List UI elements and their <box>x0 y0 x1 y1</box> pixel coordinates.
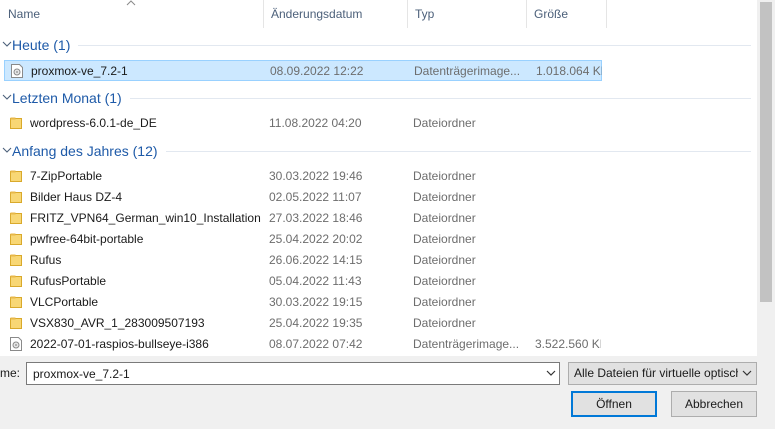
file-size <box>535 229 601 250</box>
file-type-filter-select[interactable]: Alle Dateien für virtuelle optische <box>568 362 757 385</box>
column-header: Name Änderungsdatum Typ Größe <box>0 0 757 28</box>
vertical-scrollbar[interactable] <box>757 0 775 356</box>
file-row[interactable]: proxmox-ve_7.2-1 08.09.2022 12:22 Datenträ… <box>4 60 602 81</box>
column-divider[interactable] <box>606 0 607 28</box>
group-header[interactable]: Letzten Monat (1) <box>0 88 757 108</box>
file-name: VSX830_AVR_1_283009507193 <box>30 316 205 330</box>
file-type: Datenträgerimage... <box>413 337 520 351</box>
file-type: Dateiordner <box>413 295 476 309</box>
folder-icon <box>10 190 22 204</box>
folder-icon <box>10 211 22 225</box>
file-name: pwfree-64bit-portable <box>30 232 144 246</box>
column-type-header[interactable]: Typ <box>407 0 526 28</box>
filename-combobox[interactable] <box>26 362 560 385</box>
column-size-header[interactable]: Größe <box>526 0 606 28</box>
open-button[interactable]: Öffnen <box>571 391 657 417</box>
file-date: 05.04.2022 11:43 <box>269 274 362 288</box>
file-type: Dateiordner <box>413 116 476 130</box>
file-size <box>535 113 601 134</box>
file-date: 30.03.2022 19:15 <box>269 295 363 309</box>
file-row[interactable]: 2022-07-01-raspios-bullseye-i386 08.07.20… <box>4 334 602 355</box>
file-type: Datenträgerimage... <box>414 64 521 78</box>
chevron-down-icon[interactable] <box>2 145 12 155</box>
group-divider <box>78 45 751 46</box>
file-type: Dateiordner <box>413 232 476 246</box>
group-header[interactable]: Heute (1) <box>0 35 757 55</box>
file-type: Dateiordner <box>413 316 476 330</box>
file-row[interactable]: Rufus 26.06.2022 14:15 Dateiordner <box>4 250 602 271</box>
file-row[interactable]: 7-ZipPortable 30.03.2022 19:46 Dateiordner <box>4 166 602 187</box>
file-row[interactable]: pwfree-64bit-portable 25.04.2022 20:02 Dat… <box>4 229 602 250</box>
folder-icon <box>10 169 22 183</box>
file-name: proxmox-ve_7.2-1 <box>31 64 128 78</box>
file-size <box>535 250 601 271</box>
file-name: FRITZ_VPN64_German_win10_Installation <box>30 211 261 225</box>
file-type: Dateiordner <box>413 211 476 225</box>
file-date: 30.03.2022 19:46 <box>269 169 363 183</box>
folder-icon <box>10 253 22 267</box>
file-row[interactable]: FRITZ_VPN64_German_win10_Installation 27.… <box>4 208 602 229</box>
chevron-down-icon[interactable] <box>2 92 12 102</box>
filename-label: me: <box>0 366 21 380</box>
chevron-down-icon[interactable] <box>546 369 556 377</box>
file-name: RufusPortable <box>30 274 107 288</box>
file-size: 1.018.064 KB <box>536 64 602 78</box>
group-label: Heute (1) <box>12 37 71 53</box>
disc-image-file-icon <box>10 337 22 351</box>
folder-icon <box>10 316 22 330</box>
file-size <box>535 271 601 292</box>
file-row[interactable]: RufusPortable 05.04.2022 11:43 Dateiordner <box>4 271 602 292</box>
file-date: 25.04.2022 20:02 <box>269 232 363 246</box>
file-type: Dateiordner <box>413 253 476 267</box>
file-size <box>535 313 601 334</box>
file-name: wordpress-6.0.1-de_DE <box>30 116 157 130</box>
file-size <box>535 187 601 208</box>
file-type: Dateiordner <box>413 190 476 204</box>
column-name-header[interactable]: Name <box>0 0 263 28</box>
file-date: 27.03.2022 18:46 <box>269 211 363 225</box>
file-size: 3.522.560 KB <box>535 337 601 351</box>
disc-image-file-icon <box>11 64 23 78</box>
file-date: 08.09.2022 12:22 <box>270 64 364 78</box>
file-size <box>535 166 601 187</box>
chevron-down-icon[interactable] <box>2 39 12 49</box>
file-type: Dateiordner <box>413 274 476 288</box>
file-size <box>535 292 601 313</box>
file-name: Rufus <box>30 253 62 267</box>
file-size <box>535 208 601 229</box>
file-name: VLCPortable <box>30 295 99 309</box>
file-date: 02.05.2022 11:07 <box>269 190 362 204</box>
group-label: Anfang des Jahres (12) <box>12 143 158 159</box>
file-name: 7-ZipPortable <box>30 169 103 183</box>
file-date: 25.04.2022 19:35 <box>269 316 363 330</box>
file-name: 2022-07-01-raspios-bullseye-i386 <box>30 337 209 351</box>
group-label: Letzten Monat (1) <box>12 90 122 106</box>
file-name: Bilder Haus DZ-4 <box>30 190 123 204</box>
group-header[interactable]: Anfang des Jahres (12) <box>0 141 757 161</box>
file-list[interactable]: Name Änderungsdatum Typ Größe Heute (1) L… <box>0 0 757 356</box>
column-date-header[interactable]: Änderungsdatum <box>263 0 407 28</box>
cancel-button[interactable]: Abbrechen <box>671 391 757 417</box>
folder-icon <box>10 116 22 130</box>
file-date: 11.08.2022 04:20 <box>269 116 362 130</box>
folder-icon <box>10 232 22 246</box>
file-type: Dateiordner <box>413 169 476 183</box>
group-divider <box>166 151 751 152</box>
file-date: 26.06.2022 14:15 <box>269 253 363 267</box>
file-row[interactable]: VLCPortable 30.03.2022 19:15 Dateiordner <box>4 292 602 313</box>
file-row[interactable]: wordpress-6.0.1-de_DE 11.08.2022 04:20 Dat… <box>4 113 602 134</box>
chevron-down-icon <box>742 370 752 376</box>
group-divider <box>130 98 751 99</box>
scrollbar-thumb[interactable] <box>760 2 772 302</box>
file-row[interactable]: Bilder Haus DZ-4 02.05.2022 11:07 Dateiord… <box>4 187 602 208</box>
file-row[interactable]: VSX830_AVR_1_283009507193 25.04.2022 19:3… <box>4 313 602 334</box>
filename-input[interactable] <box>29 364 537 383</box>
file-date: 08.07.2022 07:42 <box>269 337 363 351</box>
folder-icon <box>10 295 22 309</box>
folder-icon <box>10 274 22 288</box>
file-type-filter-value: Alle Dateien für virtuelle optische <box>574 366 738 380</box>
